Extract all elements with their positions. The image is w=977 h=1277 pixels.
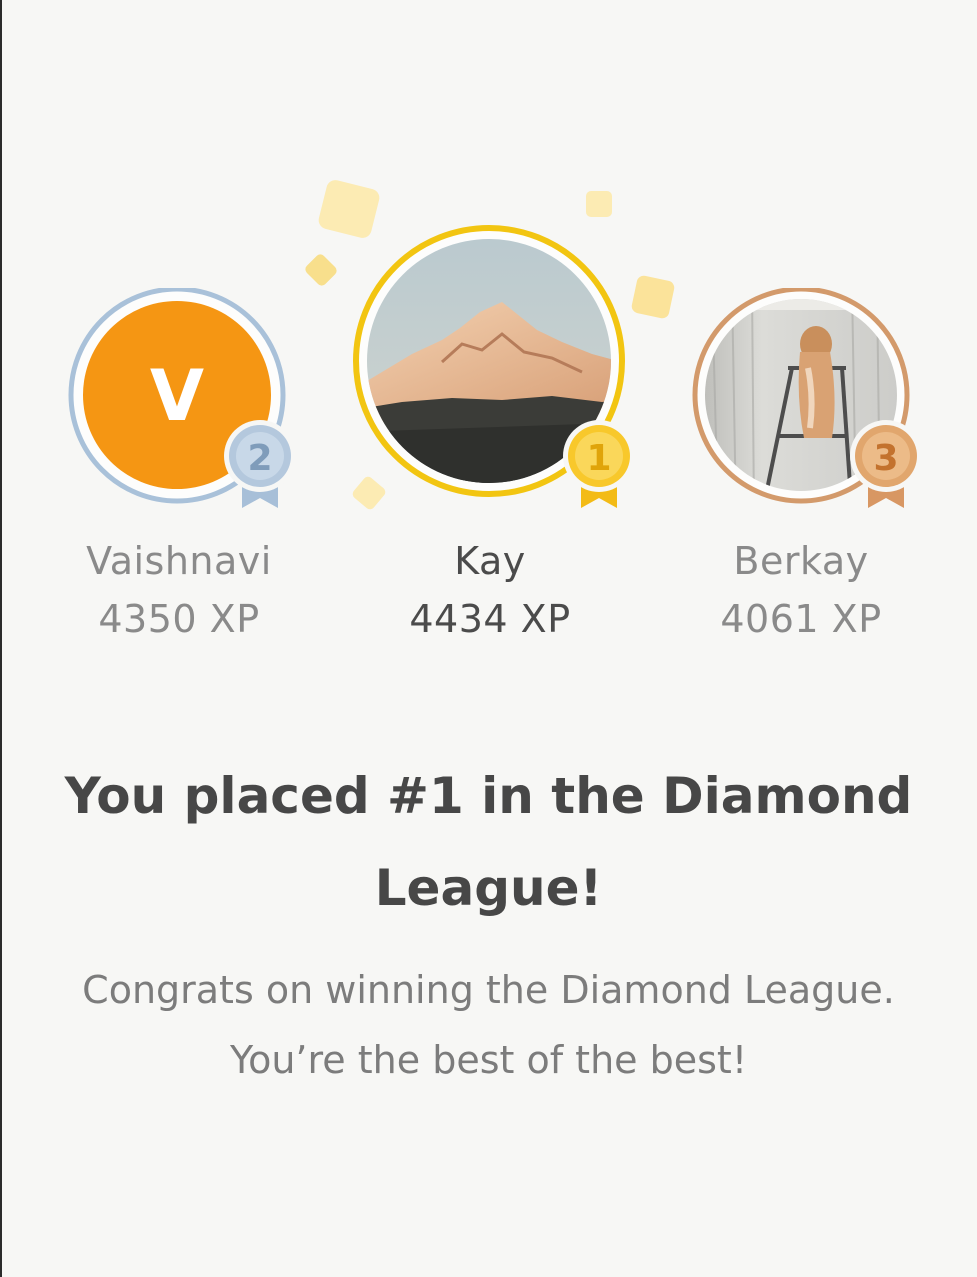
podium-second[interactable]: V 2 (68, 288, 302, 514)
rank-number: 1 (586, 438, 611, 479)
rank-medal-icon: 3 (850, 420, 922, 508)
result-headline: You placed #1 in the Diamond League! (64, 767, 913, 917)
podium-xp-second: 4350 XP (98, 597, 260, 641)
result-subtext: Congrats on winning the Diamond League. … (82, 968, 895, 1082)
rank-medal-icon: 1 (563, 420, 635, 508)
podium-name-first: Kay (454, 539, 526, 583)
podium-xp-first: 4434 XP (409, 597, 571, 641)
podium-third[interactable]: 3 (692, 288, 926, 514)
confetti-piece (586, 191, 612, 217)
rank-medal-icon: 2 (224, 420, 296, 508)
rank-number: 2 (247, 438, 272, 479)
avatar-initial: V (150, 355, 204, 437)
podium-name-third: Berkay (733, 539, 869, 583)
confetti-piece (305, 254, 337, 286)
screen-edge (0, 0, 2, 1277)
podium-first[interactable]: 1 (352, 222, 642, 512)
podium-name-second: Vaishnavi (86, 539, 272, 583)
podium-xp-third: 4061 XP (720, 597, 882, 641)
rank-number: 3 (873, 438, 898, 479)
